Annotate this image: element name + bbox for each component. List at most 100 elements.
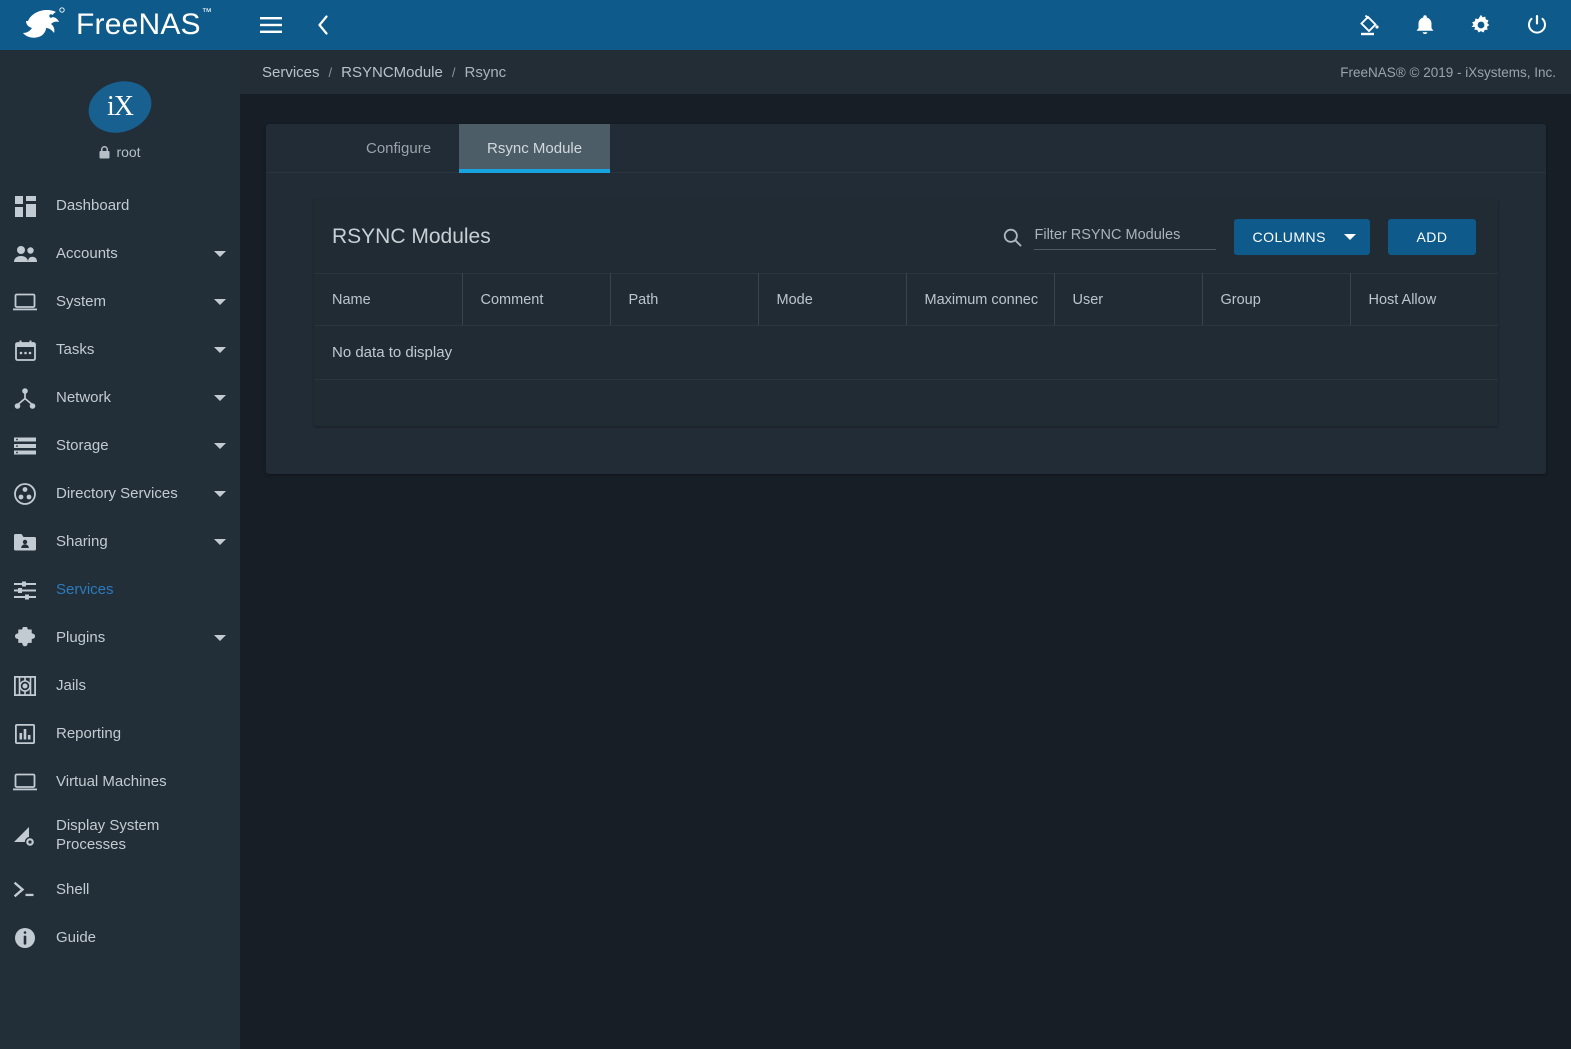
sidebar-item-label: Jails — [56, 676, 87, 694]
hamburger-menu-icon[interactable] — [256, 10, 286, 40]
sidebar: FreeNAS™ iX root Dashboard Accounts Syst… — [0, 0, 240, 1049]
sidebar-item-virtual-machines[interactable]: Virtual Machines — [0, 758, 240, 806]
sidebar-item-system[interactable]: System — [0, 278, 240, 326]
sidebar-item-network[interactable]: Network — [0, 374, 240, 422]
sidebar-user-block: iX root — [0, 50, 240, 178]
sidebar-item-dashboard[interactable]: Dashboard — [0, 182, 240, 230]
chevron-down-icon[interactable] — [214, 347, 226, 353]
breadcrumb-item-rsyncmodule[interactable]: RSYNCModule — [341, 64, 443, 81]
page-panel: Configure Rsync Module RSYNC Modules Fil… — [266, 124, 1546, 474]
sidebar-item-directory-services[interactable]: Directory Services — [0, 470, 240, 518]
chevron-down-icon — [1344, 234, 1356, 240]
main-region: Services / RSYNCModule / Rsync FreeNAS® … — [240, 0, 1571, 1049]
breadcrumb-item-rsync: Rsync — [464, 63, 507, 81]
sidebar-item-label: Directory Services — [56, 484, 178, 502]
sidebar-item-label: Storage — [56, 436, 109, 454]
content-area: Configure Rsync Module RSYNC Modules Fil… — [240, 94, 1571, 1049]
chevron-left-icon[interactable] — [308, 10, 338, 40]
avatar[interactable]: iX — [81, 73, 159, 141]
sidebar-item-jails[interactable]: Jails — [0, 662, 240, 710]
add-button-label: ADD — [1416, 229, 1448, 245]
add-button[interactable]: ADD — [1388, 219, 1476, 255]
avatar-text: iX — [107, 91, 133, 122]
sidebar-nav: Dashboard Accounts System Tasks Network … — [0, 178, 240, 962]
sidebar-item-tasks[interactable]: Tasks — [0, 326, 240, 374]
sidebar-item-label: Services — [56, 580, 114, 598]
sharing-icon — [12, 530, 38, 554]
sidebar-item-shell[interactable]: Shell — [0, 866, 240, 914]
chevron-down-icon[interactable] — [214, 443, 226, 449]
tasks-icon — [12, 338, 38, 362]
sidebar-item-storage[interactable]: Storage — [0, 422, 240, 470]
chevron-down-icon[interactable] — [214, 539, 226, 545]
gear-settings-icon[interactable] — [1466, 10, 1496, 40]
sidebar-item-sharing[interactable]: Sharing — [0, 518, 240, 566]
sidebar-item-services[interactable]: Services — [0, 566, 240, 614]
app-root: FreeNAS™ iX root Dashboard Accounts Syst… — [0, 0, 1571, 1049]
search-input[interactable] — [1034, 224, 1217, 250]
chevron-down-icon[interactable] — [214, 491, 226, 497]
chevron-down-icon[interactable] — [214, 299, 226, 305]
copyright-text: FreeNAS® © 2019 - iXsystems, Inc. — [1340, 64, 1556, 80]
breadcrumb: Services / RSYNCModule / Rsync — [262, 64, 506, 81]
column-header-maximum-connections[interactable]: Maximum connec — [906, 273, 1055, 326]
column-header-user[interactable]: User — [1054, 273, 1203, 326]
lock-icon — [99, 145, 110, 158]
display-system-processes-icon — [12, 824, 38, 848]
card-header: RSYNC Modules COLUMNS — [314, 199, 1498, 273]
brand-trademark: ™ — [201, 7, 212, 18]
page-title: RSYNC Modules — [332, 225, 491, 248]
column-header-group[interactable]: Group — [1202, 273, 1351, 326]
sidebar-item-label: Shell — [56, 880, 90, 898]
column-header-host-allow[interactable]: Host Allow — [1350, 273, 1498, 326]
search-icon[interactable] — [1003, 228, 1022, 247]
shell-icon — [12, 878, 38, 902]
virtual-machines-icon — [12, 770, 38, 794]
table-header-row: Name Comment Path Mode Maximum connec Us… — [314, 273, 1498, 326]
system-icon — [12, 290, 38, 314]
sidebar-item-guide[interactable]: Guide — [0, 914, 240, 962]
topbar — [240, 0, 1571, 50]
column-header-mode[interactable]: Mode — [758, 273, 907, 326]
table-footer — [314, 380, 1498, 426]
power-icon[interactable] — [1522, 10, 1552, 40]
sidebar-item-reporting[interactable]: Reporting — [0, 710, 240, 758]
chevron-down-icon[interactable] — [214, 251, 226, 257]
bell-notification-icon[interactable] — [1410, 10, 1440, 40]
directory-services-icon — [12, 482, 38, 506]
sidebar-item-accounts[interactable]: Accounts — [0, 230, 240, 278]
table-header: Name Comment Path Mode Maximum connec Us… — [314, 273, 1498, 326]
sidebar-username-row: root — [99, 144, 141, 160]
tab-configure[interactable]: Configure — [338, 124, 459, 172]
theme-paint-icon[interactable] — [1354, 10, 1384, 40]
sidebar-item-label: Dashboard — [56, 196, 130, 214]
empty-state-message: No data to display — [314, 325, 1498, 380]
sidebar-item-label: Guide — [56, 928, 97, 946]
breadcrumb-item-services[interactable]: Services — [262, 64, 320, 81]
sidebar-item-label: Tasks — [56, 340, 95, 358]
reporting-icon — [12, 722, 38, 746]
brand-header[interactable]: FreeNAS™ — [0, 0, 240, 50]
sidebar-item-display-system-processes[interactable]: Display System Processes — [0, 806, 240, 866]
topbar-right-actions — [1354, 10, 1552, 40]
sidebar-item-label: Display System Processes — [56, 817, 160, 853]
tab-bar: Configure Rsync Module — [266, 124, 1546, 173]
chevron-down-icon[interactable] — [214, 635, 226, 641]
column-header-path[interactable]: Path — [610, 273, 759, 326]
sidebar-item-label: Reporting — [56, 724, 122, 742]
column-header-name[interactable]: Name — [314, 273, 463, 326]
network-icon — [12, 386, 38, 410]
chevron-down-icon[interactable] — [214, 395, 226, 401]
tab-label: Rsync Module — [487, 139, 583, 157]
search-container — [1003, 224, 1217, 250]
plugins-icon — [12, 626, 38, 650]
card-wrapper: RSYNC Modules COLUMNS — [266, 173, 1546, 474]
sidebar-item-label: System — [56, 292, 107, 310]
tab-rsync-module[interactable]: Rsync Module — [459, 124, 611, 173]
topbar-left-actions — [256, 10, 338, 40]
sidebar-item-plugins[interactable]: Plugins — [0, 614, 240, 662]
column-header-comment[interactable]: Comment — [462, 273, 611, 326]
sidebar-item-label: Accounts — [56, 244, 118, 262]
columns-button[interactable]: COLUMNS — [1234, 219, 1370, 255]
freenas-fish-logo — [23, 7, 65, 38]
